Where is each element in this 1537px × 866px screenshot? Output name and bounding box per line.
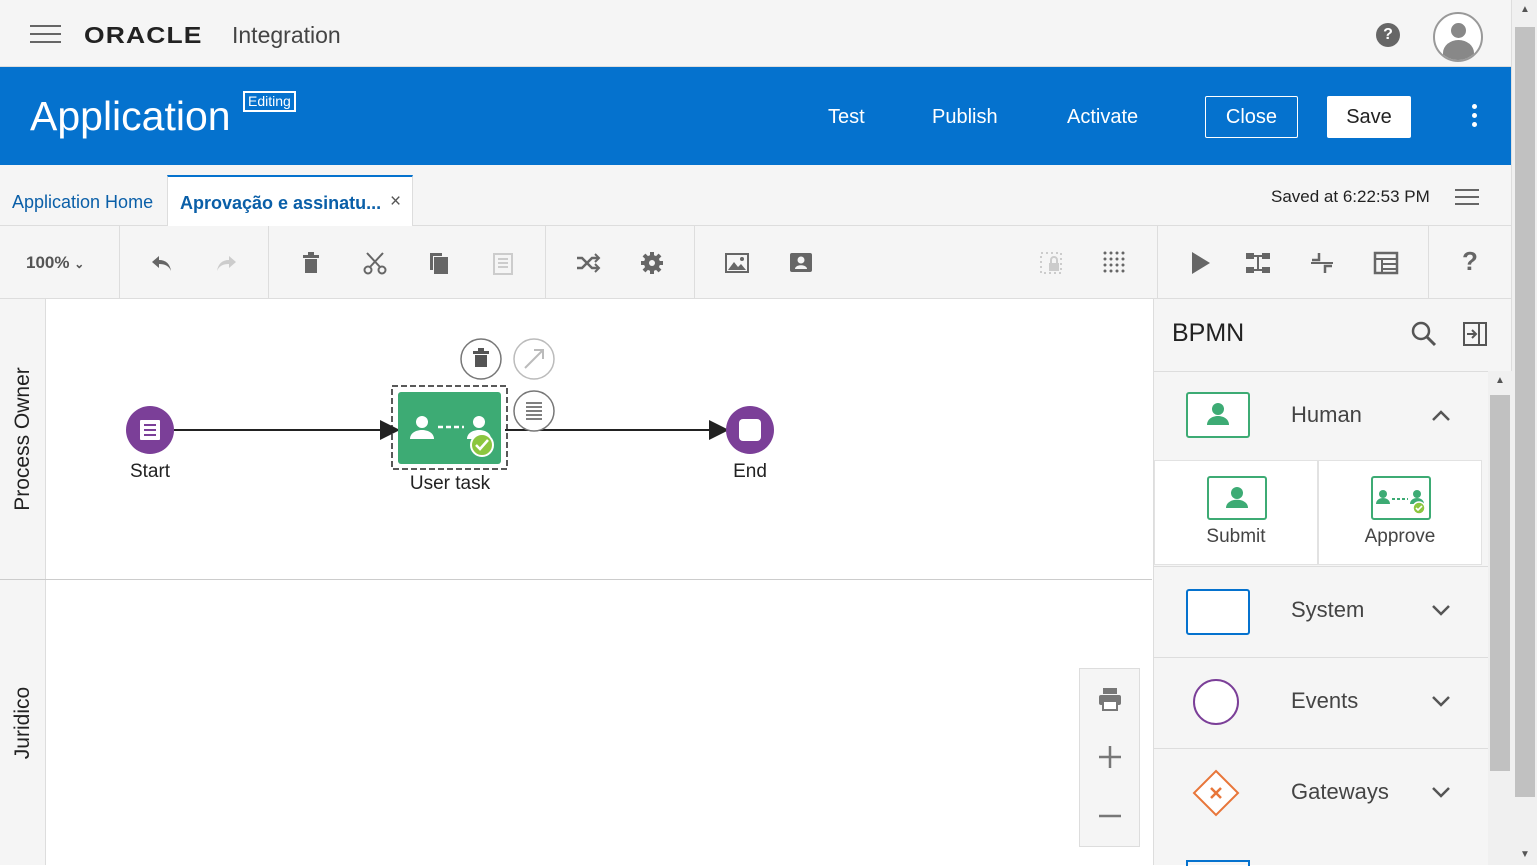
user-task[interactable] xyxy=(391,385,508,470)
close-button[interactable]: Close xyxy=(1205,96,1298,138)
start-event-label: Start xyxy=(129,461,171,482)
chevron-up-icon[interactable] xyxy=(1432,406,1450,424)
palette-scrollbar[interactable]: ▲ xyxy=(1488,371,1512,865)
node-menu-icon[interactable] xyxy=(513,390,555,432)
scroll-up-icon[interactable]: ▲ xyxy=(1520,4,1530,15)
redo-icon[interactable] xyxy=(212,249,240,277)
end-event[interactable] xyxy=(726,406,774,454)
close-tab-icon[interactable]: × xyxy=(390,191,401,213)
category-label: System xyxy=(1291,597,1365,622)
oracle-logo: ORACLE xyxy=(84,22,203,48)
tab-bar: Application Home Aprovação e assinatu...… xyxy=(0,165,1511,227)
collapse-panel-icon[interactable] xyxy=(1462,321,1488,347)
lane-label: Process Owner xyxy=(11,367,34,511)
zoom-out-icon[interactable] xyxy=(1097,803,1123,829)
contact-card-icon[interactable] xyxy=(787,249,815,277)
bpmn-palette: BPMN Human Submit Approve System Events … xyxy=(1153,299,1512,866)
save-button[interactable]: Save xyxy=(1327,96,1411,138)
palette-category-system[interactable]: System xyxy=(1154,566,1488,657)
product-name: Integration xyxy=(232,22,341,48)
user-task-label: User task xyxy=(409,473,491,494)
publish-button[interactable]: Publish xyxy=(932,106,998,129)
end-event-label: End xyxy=(733,461,767,482)
tab-process-label: Aprovação e assinatu... xyxy=(180,193,382,213)
palette-title: BPMN xyxy=(1172,319,1245,347)
chevron-down-icon[interactable] xyxy=(1432,601,1450,619)
test-button[interactable]: Test xyxy=(828,106,865,129)
image-icon[interactable] xyxy=(723,249,751,277)
help-icon[interactable]: ? xyxy=(1376,23,1400,47)
zoom-in-icon[interactable] xyxy=(1097,744,1123,770)
next-category-icon xyxy=(1186,860,1250,866)
lane-label: Juridico xyxy=(11,686,34,759)
search-icon[interactable] xyxy=(1411,321,1437,347)
chevron-down-icon[interactable] xyxy=(1432,783,1450,801)
top-bar: ORACLE Integration ? xyxy=(0,0,1511,67)
page-title: Application xyxy=(30,93,231,139)
scroll-up-icon[interactable]: ▲ xyxy=(1495,375,1505,386)
zoom-value: 100% xyxy=(26,253,70,272)
data-flow-icon[interactable] xyxy=(1244,249,1272,277)
cut-icon[interactable] xyxy=(361,249,389,277)
chevron-down-icon[interactable] xyxy=(1432,692,1450,710)
palette-item-label: Approve xyxy=(1364,526,1436,547)
list-icon[interactable] xyxy=(1455,189,1479,207)
palette-category-events[interactable]: Events xyxy=(1154,657,1488,748)
palette-item-submit[interactable]: Submit xyxy=(1154,460,1318,565)
submit-task-icon xyxy=(1207,476,1267,520)
help-icon[interactable]: ? xyxy=(1462,246,1490,276)
settings-gear-icon[interactable] xyxy=(638,249,666,277)
delete-icon[interactable] xyxy=(297,249,325,277)
category-label: Gateways xyxy=(1291,779,1389,804)
status-badge: Editing xyxy=(243,91,296,112)
paste-icon[interactable] xyxy=(489,249,517,277)
palette-category-gateways[interactable]: Gateways xyxy=(1154,748,1488,839)
start-event[interactable] xyxy=(126,406,174,454)
approve-task-icon xyxy=(1371,476,1431,520)
window-scrollbar[interactable]: ▲ ▼ xyxy=(1511,0,1537,865)
scroll-down-icon[interactable]: ▼ xyxy=(1520,849,1530,860)
play-icon[interactable] xyxy=(1186,249,1214,277)
collapse-arrows-icon[interactable] xyxy=(1308,249,1336,277)
user-avatar[interactable] xyxy=(1433,12,1483,62)
grid-icon[interactable] xyxy=(1101,249,1129,277)
palette-item-label: Submit xyxy=(1206,526,1266,547)
form-table-icon[interactable] xyxy=(1372,249,1400,277)
event-circle-icon xyxy=(1193,679,1239,725)
category-label: Human xyxy=(1291,402,1362,427)
gateway-diamond-icon xyxy=(1192,769,1240,817)
connect-arrow-icon[interactable] xyxy=(513,338,555,380)
delete-node-icon[interactable] xyxy=(460,338,502,380)
system-task-icon xyxy=(1186,589,1250,635)
category-label: Events xyxy=(1291,688,1359,713)
process-canvas[interactable] xyxy=(46,299,1152,579)
chevron-down-icon: ⌄ xyxy=(74,257,85,271)
print-icon[interactable] xyxy=(1097,686,1123,712)
editor-toolbar: 100% ⌄ ? xyxy=(0,226,1511,299)
application-banner: Application Editing Test Publish Activat… xyxy=(0,67,1511,165)
human-task-icon xyxy=(1186,392,1250,438)
undo-icon[interactable] xyxy=(148,249,176,277)
lock-grid-icon[interactable] xyxy=(1037,249,1065,277)
shuffle-icon[interactable] xyxy=(574,249,602,277)
hamburger-menu-icon[interactable] xyxy=(30,25,61,43)
tab-application-home[interactable]: Application Home xyxy=(12,192,153,213)
palette-category-human[interactable]: Human xyxy=(1154,371,1488,462)
tab-process[interactable]: Aprovação e assinatu... × xyxy=(167,175,413,227)
zoom-dropdown[interactable]: 100% ⌄ xyxy=(26,253,84,273)
palette-item-approve[interactable]: Approve xyxy=(1318,460,1482,565)
more-options-icon[interactable] xyxy=(1466,104,1482,130)
lane-juridico[interactable]: Juridico xyxy=(0,580,1152,865)
copy-icon[interactable] xyxy=(425,249,453,277)
activate-button[interactable]: Activate xyxy=(1067,106,1138,129)
saved-status: Saved at 6:22:53 PM xyxy=(1271,187,1430,206)
canvas-zoom-controls xyxy=(1079,668,1140,847)
